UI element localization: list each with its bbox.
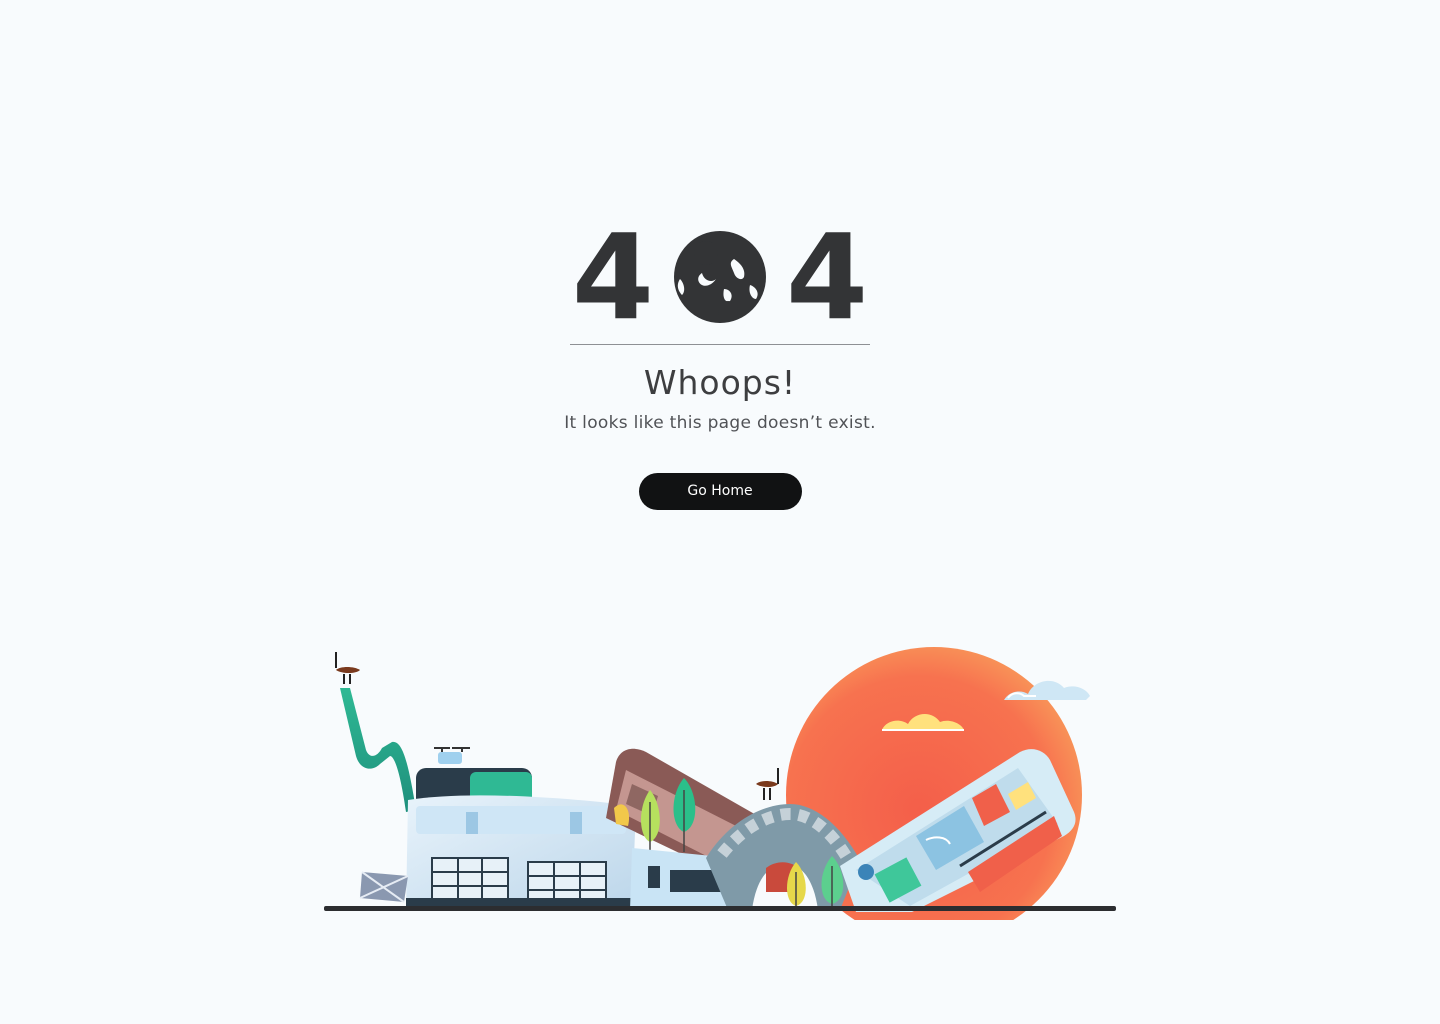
error-title: Whoops! <box>643 363 797 402</box>
not-found-page: 4 4 Whoops! It looks like this page does… <box>0 0 1440 1024</box>
ground-line <box>324 906 1116 911</box>
city-illustration <box>324 647 1116 920</box>
error-message: It looks like this page doesn’t exist. <box>564 413 876 433</box>
error-hero: 4 4 Whoops! It looks like this page does… <box>0 212 1440 510</box>
error-digit-left: 4 <box>571 208 654 346</box>
globe-icon <box>674 231 766 323</box>
go-home-button[interactable]: Go Home <box>638 473 802 510</box>
error-digit-right: 4 <box>786 208 869 346</box>
error-code: 4 4 <box>0 212 1440 342</box>
tower-shape <box>335 652 416 812</box>
